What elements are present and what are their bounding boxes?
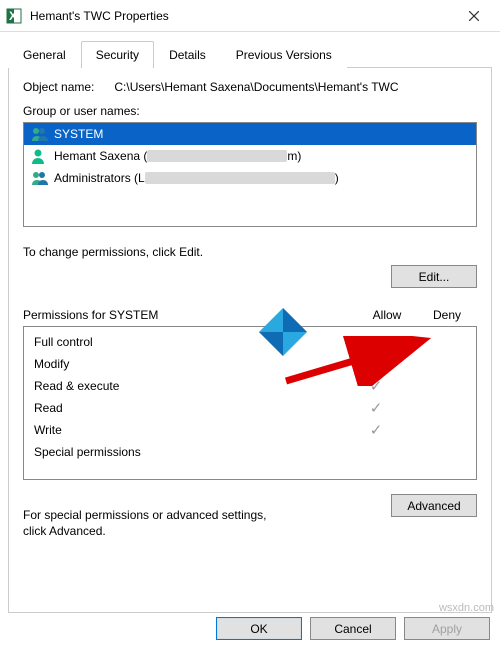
permission-row: Full control✓ — [24, 331, 476, 353]
redacted-text — [145, 172, 335, 184]
advanced-instruction: For special permissions or advanced sett… — [23, 508, 293, 539]
dialog-buttons: OK Cancel Apply — [216, 617, 490, 640]
permission-row: Write✓ — [24, 419, 476, 441]
security-panel: Object name: C:\Users\Hemant Saxena\Docu… — [8, 68, 492, 613]
permission-name: Modify — [34, 357, 346, 371]
apply-button[interactable]: Apply — [404, 617, 490, 640]
groups-label: Group or user names: — [23, 104, 477, 118]
allow-check-icon: ✓ — [346, 355, 406, 373]
group-icon — [30, 170, 50, 186]
principal-suffix: ) — [335, 171, 339, 185]
tab-previous-versions[interactable]: Previous Versions — [221, 41, 347, 68]
watermark-text: wsxdn.com — [439, 602, 494, 614]
permissions-list: Full control✓Modify✓Read & execute✓Read✓… — [23, 326, 477, 480]
permission-row: Special permissions — [24, 441, 476, 463]
advanced-button[interactable]: Advanced — [391, 494, 477, 517]
permission-name: Read & execute — [34, 379, 346, 393]
tab-general[interactable]: General — [8, 41, 81, 68]
user-icon — [30, 148, 50, 164]
allow-check-icon: ✓ — [346, 333, 406, 351]
svg-text:X: X — [9, 9, 17, 23]
list-item[interactable]: Hemant Saxena ( m) — [24, 145, 476, 167]
redacted-text — [147, 150, 287, 162]
principal-name: SYSTEM — [54, 127, 103, 141]
permission-row: Modify✓ — [24, 353, 476, 375]
close-icon — [469, 11, 479, 21]
titlebar: X Hemant's TWC Properties — [0, 0, 500, 32]
principal-name: Administrators (L — [54, 171, 145, 185]
object-name-path: C:\Users\Hemant Saxena\Documents\Hemant'… — [114, 80, 398, 94]
ok-button[interactable]: OK — [216, 617, 302, 640]
principal-name: Hemant Saxena ( — [54, 149, 147, 163]
permission-name: Write — [34, 423, 346, 437]
permission-row: Read & execute✓ — [24, 375, 476, 397]
object-name-row: Object name: C:\Users\Hemant Saxena\Docu… — [23, 80, 477, 94]
permission-name: Special permissions — [34, 445, 346, 459]
permission-name: Read — [34, 401, 346, 415]
allow-check-icon: ✓ — [346, 421, 406, 439]
list-item[interactable]: Administrators (L) — [24, 167, 476, 189]
edit-button[interactable]: Edit... — [391, 265, 477, 288]
twc-logo-overlay — [259, 308, 307, 356]
tab-strip: General Security Details Previous Versio… — [8, 40, 492, 68]
deny-column-header: Deny — [417, 308, 477, 322]
cancel-button[interactable]: Cancel — [310, 617, 396, 640]
edit-instruction: To change permissions, click Edit. — [23, 245, 477, 259]
tab-security[interactable]: Security — [81, 41, 154, 68]
permission-row: Read✓ — [24, 397, 476, 419]
principal-suffix: m) — [287, 149, 301, 163]
allow-check-icon: ✓ — [346, 399, 406, 417]
excel-icon: X — [6, 8, 22, 24]
group-icon — [30, 126, 50, 142]
close-button[interactable] — [454, 0, 494, 32]
group-or-user-list[interactable]: SYSTEM Hemant Saxena ( m) Administrators (L… — [23, 122, 477, 227]
window-title: Hemant's TWC Properties — [30, 9, 454, 23]
permissions-header: Permissions for SYSTEM Allow Deny — [23, 308, 477, 322]
list-item[interactable]: SYSTEM — [24, 123, 476, 145]
allow-column-header: Allow — [357, 308, 417, 322]
object-name-label: Object name: — [23, 80, 94, 94]
tab-details[interactable]: Details — [154, 41, 221, 68]
allow-check-icon: ✓ — [346, 377, 406, 395]
